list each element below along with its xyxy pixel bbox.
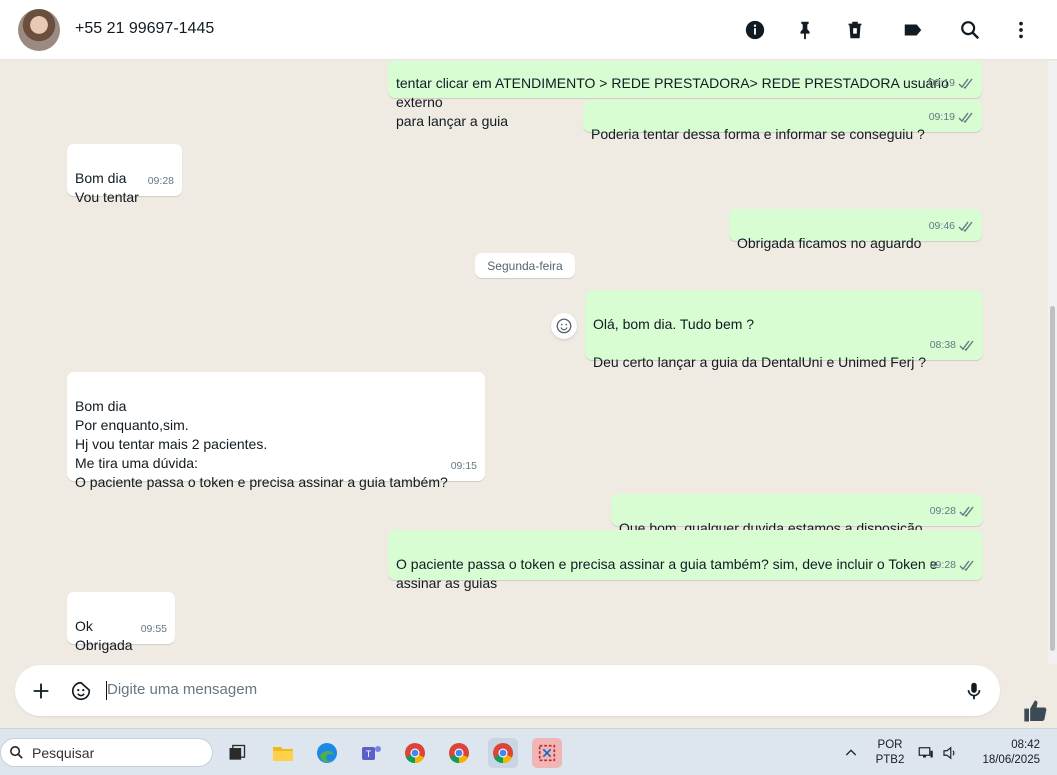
read-ticks-icon: [959, 340, 974, 351]
message-time: 09:28: [929, 559, 956, 571]
thumbs-up-icon[interactable]: [1022, 697, 1050, 725]
taskbar-search-placeholder: Pesquisar: [32, 745, 95, 761]
delete-icon[interactable]: [842, 17, 868, 43]
message-text: Poderia tentar dessa forma e informar se…: [591, 126, 925, 142]
avatar[interactable]: [18, 9, 60, 51]
emoji-icon[interactable]: [551, 313, 577, 339]
message-time: 09:46: [928, 220, 955, 232]
message-meta: 09:19: [929, 108, 974, 127]
message-bubble[interactable]: Olá, bom dia. Tudo bem ? Deu certo lança…: [585, 290, 983, 370]
mic-icon[interactable]: [961, 678, 987, 704]
message-bubble[interactable]: O paciente passa o token e precisa assin…: [388, 530, 983, 591]
menu-icon[interactable]: [1008, 17, 1034, 43]
teams-icon[interactable]: T: [356, 738, 386, 768]
message-text: Ok Obrigada: [75, 618, 133, 653]
message-bubble[interactable]: tentar clicar em ATENDIMENTO > REDE PRES…: [388, 61, 982, 129]
message-meta: 09:46: [929, 217, 974, 236]
message-text: Bom dia Por enquanto,sim. Hj vou tentar …: [75, 398, 448, 490]
message-meta: 09:28: [930, 502, 975, 521]
message-meta: 09:28: [930, 556, 975, 575]
scrollbar-thumb[interactable]: [1050, 306, 1055, 651]
search-icon[interactable]: [957, 17, 983, 43]
message-time: 09:19: [928, 111, 955, 123]
chevron-up-icon[interactable]: [838, 738, 864, 768]
network-icon[interactable]: [914, 738, 938, 768]
read-ticks-icon: [959, 506, 974, 517]
message-input[interactable]: Digite uma mensagem: [107, 681, 257, 698]
keyboard-layout: PTB2: [875, 754, 905, 766]
message-meta: 09:28: [148, 172, 174, 191]
read-ticks-icon: [958, 78, 973, 89]
message-bubble[interactable]: Bom dia Por enquanto,sim. Hj vou tentar …: [67, 372, 485, 490]
message-meta: 09:55: [141, 620, 167, 639]
volume-icon[interactable]: [938, 738, 962, 768]
message-time: 08:38: [929, 339, 956, 351]
clock-time: 08:42: [1011, 739, 1040, 751]
chat-scrollbar[interactable]: [1048, 61, 1057, 664]
chrome-icon[interactable]: [444, 738, 474, 768]
message-composer: Digite uma mensagem: [15, 665, 1000, 716]
message-time: 09:28: [929, 505, 956, 517]
contact-name[interactable]: +55 21 99697-1445: [75, 20, 214, 38]
message-text: O paciente passa o token e precisa assin…: [396, 556, 938, 591]
clock[interactable]: 08:42 18/06/2025: [972, 738, 1048, 768]
language-code: POR: [877, 739, 903, 751]
message-meta: 08:38: [930, 336, 975, 355]
message-text: Bom dia Vou tentar: [75, 170, 139, 205]
search-icon: [10, 746, 23, 759]
message-time: 09:15: [450, 460, 477, 472]
message-meta: 09:19: [929, 74, 974, 93]
chat-header: +55 21 99697-1445: [0, 0, 1057, 60]
message-text: Obrigada ficamos no aguardo: [737, 235, 922, 251]
read-ticks-icon: [959, 560, 974, 571]
taskbar: Pesquisar T POR PTB2 08:42 18/06/2025: [0, 728, 1057, 775]
label-icon[interactable]: [900, 17, 926, 43]
read-ticks-icon: [958, 221, 973, 232]
read-ticks-icon: [958, 112, 973, 123]
message-text: Olá, bom dia. Tudo bem ? Deu certo lança…: [593, 316, 927, 370]
edge-icon[interactable]: [312, 738, 342, 768]
chrome-icon[interactable]: [488, 738, 518, 768]
message-meta: 09:15: [451, 457, 477, 476]
message-time: 09:55: [140, 623, 167, 635]
file-explorer-icon[interactable]: [268, 738, 298, 768]
pin-icon[interactable]: [792, 17, 818, 43]
sticker-icon[interactable]: [68, 678, 94, 704]
info-icon[interactable]: [742, 17, 768, 43]
date-separator: Segunda-feira: [475, 253, 575, 278]
message-bubble[interactable]: Que bom, qualquer duvida estamos a dispo…: [611, 494, 983, 536]
plus-icon[interactable]: [28, 678, 54, 704]
chat-area: tentar clicar em ATENDIMENTO > REDE PRES…: [0, 61, 1048, 664]
message-bubble[interactable]: Bom dia Vou tentar 09:28: [67, 144, 182, 205]
chrome-icon[interactable]: [400, 738, 430, 768]
svg-text:T: T: [366, 749, 372, 759]
clock-date: 18/06/2025: [982, 754, 1040, 766]
message-time: 09:19: [928, 77, 955, 89]
message-time: 09:28: [147, 175, 174, 187]
message-bubble[interactable]: Ok Obrigada 09:55: [67, 592, 175, 653]
message-bubble[interactable]: Obrigada ficamos no aguardo 09:46: [729, 209, 982, 251]
taskbar-search[interactable]: Pesquisar: [0, 738, 213, 767]
message-bubble[interactable]: Poderia tentar dessa forma e informar se…: [583, 100, 982, 142]
task-view-icon[interactable]: [222, 738, 252, 768]
language-indicator[interactable]: POR PTB2: [872, 738, 908, 768]
snipping-tool-icon[interactable]: [532, 738, 562, 768]
